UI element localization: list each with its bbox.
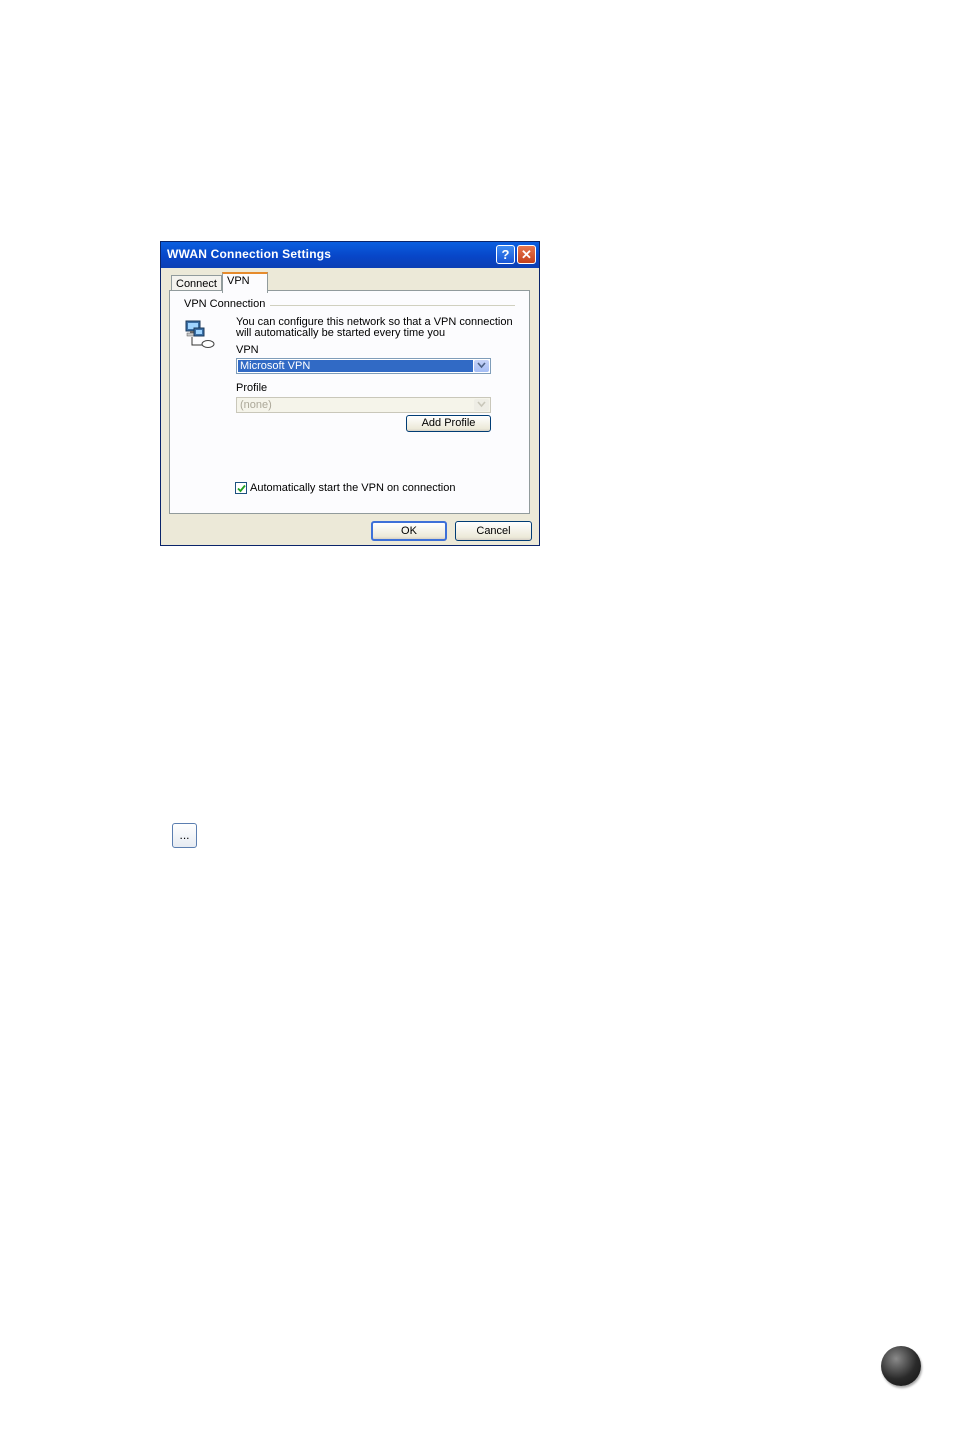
auto-start-checkbox[interactable]	[235, 482, 247, 494]
chevron-down-icon[interactable]	[474, 360, 489, 372]
group-divider	[270, 305, 515, 306]
add-profile-button[interactable]: Add Profile	[406, 415, 491, 432]
vpn-select[interactable]: Microsoft VPN	[236, 358, 491, 374]
page-number-circle	[881, 1346, 921, 1386]
chevron-down-icon	[474, 399, 489, 411]
profile-select-value: (none)	[240, 399, 272, 411]
ellipsis-button[interactable]: ...	[172, 823, 197, 848]
vpn-label: VPN	[236, 344, 259, 356]
ok-button[interactable]: OK	[371, 521, 447, 541]
wwan-connection-settings-dialog: WWAN Connection Settings ? ✕ Connect VPN…	[160, 241, 540, 546]
tab-vpn[interactable]: VPN	[222, 272, 268, 293]
checkmark-icon	[237, 484, 246, 493]
dialog-title: WWAN Connection Settings	[167, 247, 332, 261]
group-label-vpn-connection: VPN Connection	[184, 298, 269, 310]
cancel-button[interactable]: Cancel	[455, 521, 532, 541]
network-connection-icon	[185, 320, 215, 348]
profile-label: Profile	[236, 382, 268, 394]
close-button[interactable]: ✕	[517, 245, 536, 264]
dialog-titlebar[interactable]: WWAN Connection Settings ? ✕	[161, 242, 539, 268]
auto-start-label[interactable]: Automatically start the VPN on connectio…	[250, 482, 455, 494]
vpn-select-value: Microsoft VPN	[238, 360, 473, 372]
close-icon: ✕	[521, 247, 532, 262]
profile-select[interactable]: (none)	[236, 397, 491, 413]
help-button[interactable]: ?	[496, 245, 515, 264]
vpn-description: You can configure this network so that a…	[236, 316, 513, 339]
help-icon: ?	[501, 247, 510, 262]
vpn-tab-panel: VPN Connection You can configure this ne…	[169, 290, 530, 514]
